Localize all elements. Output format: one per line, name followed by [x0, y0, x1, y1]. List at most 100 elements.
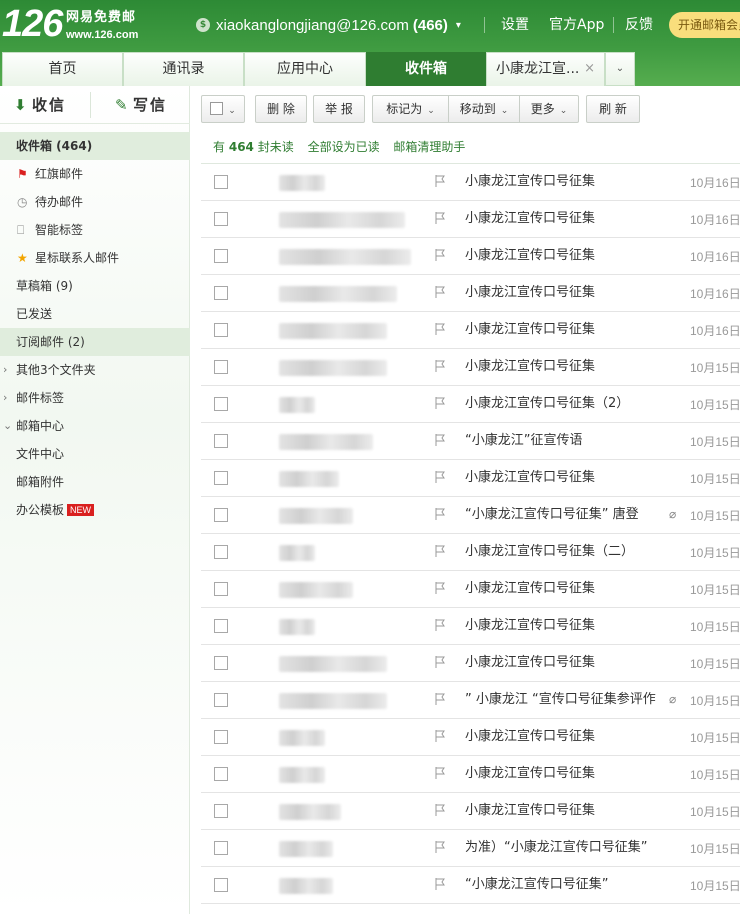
- flag-icon[interactable]: [434, 433, 446, 447]
- flag-icon[interactable]: [434, 581, 446, 595]
- logo[interactable]: 126 网易免费邮 www.126.com: [2, 4, 162, 46]
- mail-subject[interactable]: “小康龙江宣传口号征集”: [465, 876, 677, 894]
- mail-subject[interactable]: 小康龙江宣传口号征集: [465, 321, 677, 339]
- refresh-button[interactable]: 刷 新: [586, 95, 640, 123]
- row-checkbox[interactable]: [214, 656, 228, 670]
- mail-subject[interactable]: ” 小康龙江 “宣传口号征集参评作: [465, 691, 677, 709]
- table-row[interactable]: 小康龙江宣传口号征集 10月15日: [201, 349, 740, 386]
- mark-all-read-link[interactable]: 全部设为已读: [308, 140, 380, 154]
- flag-icon[interactable]: [434, 692, 446, 706]
- sidebar-item-subscriptions[interactable]: 订阅邮件 (2): [0, 328, 190, 356]
- table-row[interactable]: “小康龙江”征宣传语 10月15日: [201, 423, 740, 460]
- sidebar-item-smart-tags[interactable]: ⎕ 智能标签: [0, 216, 190, 244]
- mail-subject[interactable]: 小康龙江宣传口号征集: [465, 284, 677, 302]
- sidebar-item-todo[interactable]: ◷ 待办邮件: [0, 188, 190, 216]
- flag-icon[interactable]: [434, 766, 446, 780]
- row-checkbox[interactable]: [214, 841, 228, 855]
- table-row[interactable]: 小康龙江宣传口号征集 10月16日: [201, 275, 740, 312]
- mail-subject[interactable]: 小康龙江宣传口号征集（二）: [465, 543, 677, 561]
- row-checkbox[interactable]: [214, 730, 228, 744]
- more-button[interactable]: 更多 ⌄: [520, 96, 578, 124]
- flag-icon[interactable]: [434, 618, 446, 632]
- open-vip-button[interactable]: 开通邮箱会员: [669, 12, 740, 38]
- table-row[interactable]: 小康龙江宣传口号征集 10月16日: [201, 238, 740, 275]
- sidebar-item-file-center[interactable]: 文件中心: [0, 440, 190, 468]
- table-row[interactable]: “小康龙江宣传口号征集” 10月15日: [201, 867, 740, 904]
- row-checkbox[interactable]: [214, 508, 228, 522]
- flag-icon[interactable]: [434, 877, 446, 891]
- move-to-button[interactable]: 移动到 ⌄: [449, 96, 519, 124]
- row-checkbox[interactable]: [214, 471, 228, 485]
- receive-button[interactable]: ⬇ 收信: [14, 86, 66, 124]
- flag-icon[interactable]: [434, 803, 446, 817]
- mail-subject[interactable]: 小康龙江宣传口号征集: [465, 654, 677, 672]
- flag-icon[interactable]: [434, 359, 446, 373]
- row-checkbox[interactable]: [214, 878, 228, 892]
- row-checkbox[interactable]: [214, 619, 228, 633]
- mail-subject[interactable]: 小康龙江宣传口号征集: [465, 580, 677, 598]
- flag-icon[interactable]: [434, 729, 446, 743]
- sidebar-item-other-folders[interactable]: › 其他3个文件夹: [0, 356, 190, 384]
- close-icon[interactable]: ×: [584, 53, 595, 85]
- table-row[interactable]: “小康龙江宣传口号征集” 唐登 ⌀ 10月15日: [201, 497, 740, 534]
- flag-icon[interactable]: [434, 322, 446, 336]
- flag-icon[interactable]: [434, 174, 446, 188]
- flag-icon[interactable]: [434, 248, 446, 262]
- official-app-link[interactable]: 官方App: [549, 15, 604, 35]
- mark-as-button[interactable]: 标记为 ⌄: [373, 96, 448, 124]
- flag-icon[interactable]: [434, 655, 446, 669]
- tab-inbox[interactable]: 收件箱: [366, 52, 486, 86]
- mail-subject[interactable]: 小康龙江宣传口号征集: [465, 358, 677, 376]
- row-checkbox[interactable]: [214, 693, 228, 707]
- table-row[interactable]: 小康龙江宣传口号征集 10月15日: [201, 793, 740, 830]
- row-checkbox[interactable]: [214, 360, 228, 374]
- sidebar-item-mail-tags[interactable]: › 邮件标签: [0, 384, 190, 412]
- delete-button[interactable]: 删 除: [255, 95, 307, 123]
- mail-subject[interactable]: 小康龙江宣传口号征集: [465, 617, 677, 635]
- select-all-dropdown[interactable]: ⌄: [201, 95, 245, 123]
- table-row[interactable]: 小康龙江宣传口号征集 10月15日: [201, 571, 740, 608]
- row-checkbox[interactable]: [214, 582, 228, 596]
- flag-icon[interactable]: [434, 840, 446, 854]
- mail-subject[interactable]: 小康龙江宣传口号征集: [465, 210, 677, 228]
- mail-subject[interactable]: “小康龙江宣传口号征集” 唐登: [465, 506, 677, 524]
- row-checkbox[interactable]: [214, 804, 228, 818]
- settings-link[interactable]: 设置: [501, 15, 529, 35]
- row-checkbox[interactable]: [214, 323, 228, 337]
- table-row[interactable]: 小康龙江宣传口号征集 10月15日: [201, 719, 740, 756]
- mail-subject[interactable]: 小康龙江宣传口号征集: [465, 765, 677, 783]
- sidebar-item-drafts[interactable]: 草稿箱 (9): [0, 272, 190, 300]
- row-checkbox[interactable]: [214, 212, 228, 226]
- flag-icon[interactable]: [434, 211, 446, 225]
- sidebar-item-attachments[interactable]: 邮箱附件: [0, 468, 190, 496]
- table-row[interactable]: 小康龙江宣传口号征集 10月15日: [201, 756, 740, 793]
- table-row[interactable]: ” 小康龙江 “宣传口号征集参评作 ⌀ 10月15日: [201, 682, 740, 719]
- flag-icon[interactable]: [434, 285, 446, 299]
- sidebar-item-office-templates[interactable]: 办公模板 NEW: [0, 496, 190, 524]
- report-button[interactable]: 举 报: [313, 95, 365, 123]
- tab-home[interactable]: 首页: [2, 52, 123, 86]
- write-button[interactable]: ✎ 写信: [115, 86, 167, 124]
- feedback-link[interactable]: 反馈: [625, 15, 653, 35]
- table-row[interactable]: 小康龙江宣传口号征集（二） 10月15日: [201, 534, 740, 571]
- mail-subject[interactable]: 小康龙江宣传口号征集: [465, 173, 677, 191]
- row-checkbox[interactable]: [214, 175, 228, 189]
- mail-subject[interactable]: 小康龙江宣传口号征集: [465, 247, 677, 265]
- account-menu[interactable]: $ xiaokanglongjiang@126.com (466) ▾: [196, 14, 461, 36]
- tab-contacts[interactable]: 通讯录: [123, 52, 244, 86]
- table-row[interactable]: 小康龙江宣传口号征集 10月16日: [201, 201, 740, 238]
- flag-icon[interactable]: [434, 396, 446, 410]
- table-row[interactable]: 为准）“小康龙江宣传口号征集” 10月15日: [201, 830, 740, 867]
- row-checkbox[interactable]: [214, 397, 228, 411]
- table-row[interactable]: 小康龙江宣传口号征集 10月15日: [201, 608, 740, 645]
- mailbox-cleaner-link[interactable]: 邮箱清理助手: [393, 140, 465, 154]
- row-checkbox[interactable]: [214, 286, 228, 300]
- sidebar-item-mailbox-center[interactable]: ⌄ 邮箱中心: [0, 412, 190, 440]
- sidebar-item-inbox[interactable]: 收件箱 (464): [0, 132, 190, 160]
- sidebar-item-starred-contacts[interactable]: ★ 星标联系人邮件: [0, 244, 190, 272]
- tab-app-center[interactable]: 应用中心: [244, 52, 366, 86]
- tab-more-button[interactable]: ⌄: [605, 52, 635, 86]
- table-row[interactable]: 小康龙江宣传口号征集 10月15日: [201, 645, 740, 682]
- row-checkbox[interactable]: [214, 767, 228, 781]
- sidebar-item-sent[interactable]: 已发送: [0, 300, 190, 328]
